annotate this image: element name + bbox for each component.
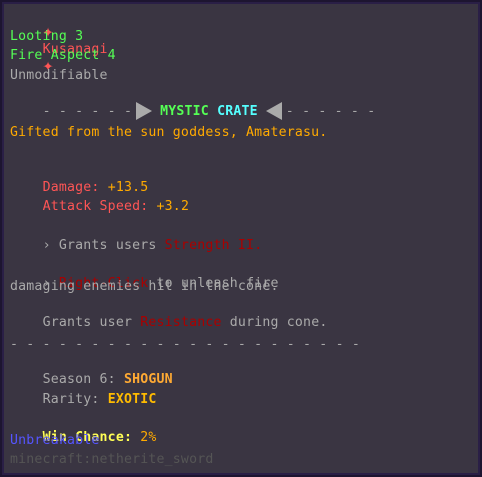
resistance-effect: Resistance bbox=[140, 315, 222, 330]
unmodifiable-label: Unmodifiable bbox=[10, 68, 108, 83]
lore-text: Gifted from the sun goddess, Amaterasu. bbox=[10, 125, 328, 140]
item-id: minecraft:netherite_sword bbox=[10, 452, 214, 467]
divider-right: - - - - - - bbox=[285, 104, 376, 119]
crate-title: MYSTIC CRATE bbox=[160, 104, 258, 119]
ability-line-3-prefix: Grants user bbox=[42, 315, 141, 330]
divider-left: - - - - - - bbox=[42, 104, 133, 119]
section-separator: - - - - - - - - - - - - - - - - - - - - … bbox=[10, 337, 361, 352]
attack-speed-value: +3.2 bbox=[156, 199, 190, 214]
unbreakable-label: Unbreakable bbox=[10, 433, 100, 448]
attack-speed-label: Attack Speed: bbox=[42, 199, 157, 214]
win-chance-value: 2% bbox=[132, 430, 157, 445]
rarity-value: EXOTIC bbox=[107, 392, 157, 407]
crate-title-word-2: CRATE bbox=[217, 104, 258, 119]
ability-line-2: damaging enemies hit in the cone. bbox=[10, 279, 279, 294]
strength-effect: Strength II. bbox=[164, 238, 263, 253]
item-tooltip: ✦ Kusanagi ✦ Looting 3 Fire Aspect 4 Unm… bbox=[0, 0, 482, 477]
rarity-label: Rarity: bbox=[42, 392, 108, 407]
enchant-looting: Looting 3 bbox=[10, 29, 84, 44]
arrow-right-icon bbox=[136, 102, 153, 120]
arrow-left-icon bbox=[265, 102, 282, 120]
grant-prefix: › Grants users bbox=[42, 238, 165, 253]
crate-title-word-1: MYSTIC bbox=[160, 104, 209, 119]
ability-line-3-suffix: during cone. bbox=[221, 315, 328, 330]
enchant-fire-aspect: Fire Aspect 4 bbox=[10, 48, 116, 63]
